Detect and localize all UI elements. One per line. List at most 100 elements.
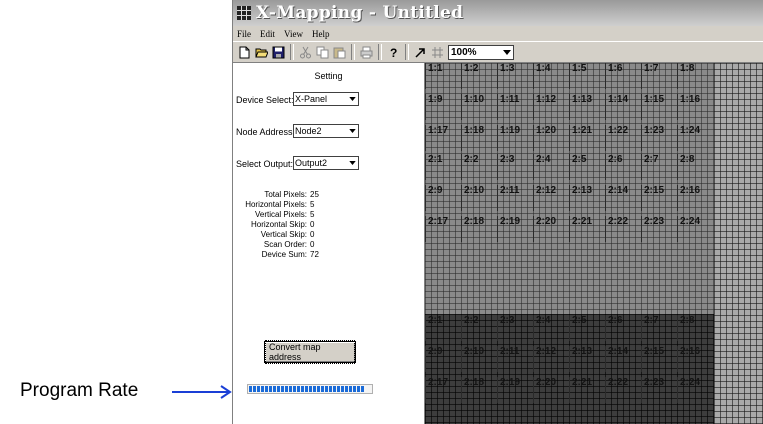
chevron-down-icon[interactable]: [346, 157, 358, 169]
grid-cell[interactable]: 2:10: [461, 185, 497, 211]
grid-cell[interactable]: 2:4: [533, 315, 569, 341]
grid-cell[interactable]: 2:13: [569, 346, 605, 372]
grid-cell[interactable]: 2:2: [461, 154, 497, 180]
grid-cell[interactable]: 1:2: [461, 63, 497, 89]
stat-horizontal-skip: Horizontal Skip: 0: [250, 220, 315, 229]
grid-cell[interactable]: 2:17: [425, 216, 461, 242]
cut-icon[interactable]: [297, 44, 313, 60]
grid-cell[interactable]: 1:17: [425, 125, 461, 151]
grid-cell[interactable]: 1:14: [605, 94, 641, 120]
window-title: X-Mapping - Untitled: [256, 3, 464, 23]
app-window: X-Mapping - Untitled File Edit View Help: [232, 0, 763, 424]
grid-cell[interactable]: 2:9: [425, 185, 461, 211]
open-icon[interactable]: [253, 44, 269, 60]
new-icon[interactable]: [236, 44, 252, 60]
grid-cell[interactable]: 2:4: [533, 154, 569, 180]
grid-cell[interactable]: 2:24: [677, 377, 713, 403]
grid-cell[interactable]: 2:9: [425, 346, 461, 372]
grid-cell[interactable]: 2:24: [677, 216, 713, 242]
grid-cell[interactable]: 2:6: [605, 154, 641, 180]
grid-cell[interactable]: 1:23: [641, 125, 677, 151]
grid-cell[interactable]: 2:15: [641, 185, 677, 211]
grid-cell[interactable]: 2:2: [461, 315, 497, 341]
grid-cell[interactable]: 2:16: [677, 185, 713, 211]
convert-map-address-button[interactable]: Convert map address: [264, 340, 356, 364]
pointer-icon[interactable]: [412, 44, 428, 60]
grid-cell[interactable]: 2:8: [677, 154, 713, 180]
grid-icon[interactable]: [429, 44, 445, 60]
grid-cell[interactable]: 2:15: [641, 346, 677, 372]
grid-cell[interactable]: 2:23: [641, 216, 677, 242]
grid-cell[interactable]: 2:20: [533, 216, 569, 242]
grid-cell[interactable]: 1:6: [605, 63, 641, 89]
grid-cell[interactable]: 2:11: [497, 185, 533, 211]
grid-cell[interactable]: 1:20: [533, 125, 569, 151]
grid-cell[interactable]: 2:14: [605, 185, 641, 211]
grid-cell[interactable]: 1:19: [497, 125, 533, 151]
grid-cell[interactable]: 2:7: [641, 315, 677, 341]
grid-cell[interactable]: 1:13: [569, 94, 605, 120]
grid-cell[interactable]: 1:22: [605, 125, 641, 151]
progress-fill: [249, 386, 365, 392]
chevron-down-icon[interactable]: [346, 125, 358, 137]
grid-cell[interactable]: 2:5: [569, 154, 605, 180]
device-select-combo[interactable]: X-Panel: [293, 92, 359, 106]
node-address-combo[interactable]: Node2: [293, 124, 359, 138]
grid-cell[interactable]: 2:23: [641, 377, 677, 403]
menu-edit[interactable]: Edit: [260, 29, 275, 39]
zoom-select[interactable]: 100%: [448, 44, 514, 60]
grid-cell[interactable]: 2:10: [461, 346, 497, 372]
menu-help[interactable]: Help: [312, 29, 330, 39]
grid-cell[interactable]: 2:5: [569, 315, 605, 341]
grid-cell[interactable]: 1:16: [677, 94, 713, 120]
grid-cell[interactable]: 1:15: [641, 94, 677, 120]
menu-file[interactable]: File: [237, 29, 251, 39]
grid-cell[interactable]: 1:18: [461, 125, 497, 151]
help-icon[interactable]: ?: [385, 44, 401, 60]
menu-view[interactable]: View: [284, 29, 303, 39]
grid-cell[interactable]: 2:12: [533, 346, 569, 372]
grid-cell[interactable]: 2:13: [569, 185, 605, 211]
grid-cell[interactable]: 2:7: [641, 154, 677, 180]
grid-cell[interactable]: 2:11: [497, 346, 533, 372]
grid-cell[interactable]: 1:1: [425, 63, 461, 89]
grid-cell[interactable]: 1:8: [677, 63, 713, 89]
grid-cell[interactable]: 1:21: [569, 125, 605, 151]
grid-cell[interactable]: 2:21: [569, 377, 605, 403]
grid-cell[interactable]: 2:6: [605, 315, 641, 341]
copy-icon[interactable]: [314, 44, 330, 60]
grid-cell[interactable]: 2:14: [605, 346, 641, 372]
grid-cell[interactable]: 2:18: [461, 377, 497, 403]
grid-cell[interactable]: 1:11: [497, 94, 533, 120]
mapping-grid[interactable]: 1:1 1:2 1:3 1:4 1:5 1:6 1:7 1:8 1:9 1:10 1:11 1:12 1…: [425, 63, 763, 424]
grid-cell[interactable]: 1:7: [641, 63, 677, 89]
save-icon[interactable]: [270, 44, 286, 60]
grid-cell[interactable]: 2:16: [677, 346, 713, 372]
grid-cell[interactable]: 2:21: [569, 216, 605, 242]
chevron-down-icon[interactable]: [346, 93, 358, 105]
grid-cell[interactable]: 2:22: [605, 377, 641, 403]
grid-cell[interactable]: 2:19: [497, 377, 533, 403]
grid-cell[interactable]: 1:24: [677, 125, 713, 151]
grid-cell[interactable]: 2:12: [533, 185, 569, 211]
print-icon[interactable]: [358, 44, 374, 60]
grid-cell[interactable]: 2:1: [425, 315, 461, 341]
grid-cell[interactable]: 1:3: [497, 63, 533, 89]
grid-cell[interactable]: 2:8: [677, 315, 713, 341]
grid-cell[interactable]: 2:19: [497, 216, 533, 242]
paste-icon[interactable]: [331, 44, 347, 60]
grid-cell[interactable]: 1:9: [425, 94, 461, 120]
grid-cell[interactable]: 2:17: [425, 377, 461, 403]
grid-cell[interactable]: 1:5: [569, 63, 605, 89]
select-output-combo[interactable]: Output2: [293, 156, 359, 170]
grid-cell[interactable]: 1:10: [461, 94, 497, 120]
grid-cell[interactable]: 1:12: [533, 94, 569, 120]
grid-cell[interactable]: 2:3: [497, 315, 533, 341]
grid-cell[interactable]: 2:3: [497, 154, 533, 180]
grid-cell[interactable]: 1:4: [533, 63, 569, 89]
grid-cell[interactable]: 2:1: [425, 154, 461, 180]
grid-cell[interactable]: 2:20: [533, 377, 569, 403]
chevron-down-icon[interactable]: [501, 46, 513, 59]
grid-cell[interactable]: 2:22: [605, 216, 641, 242]
grid-cell[interactable]: 2:18: [461, 216, 497, 242]
